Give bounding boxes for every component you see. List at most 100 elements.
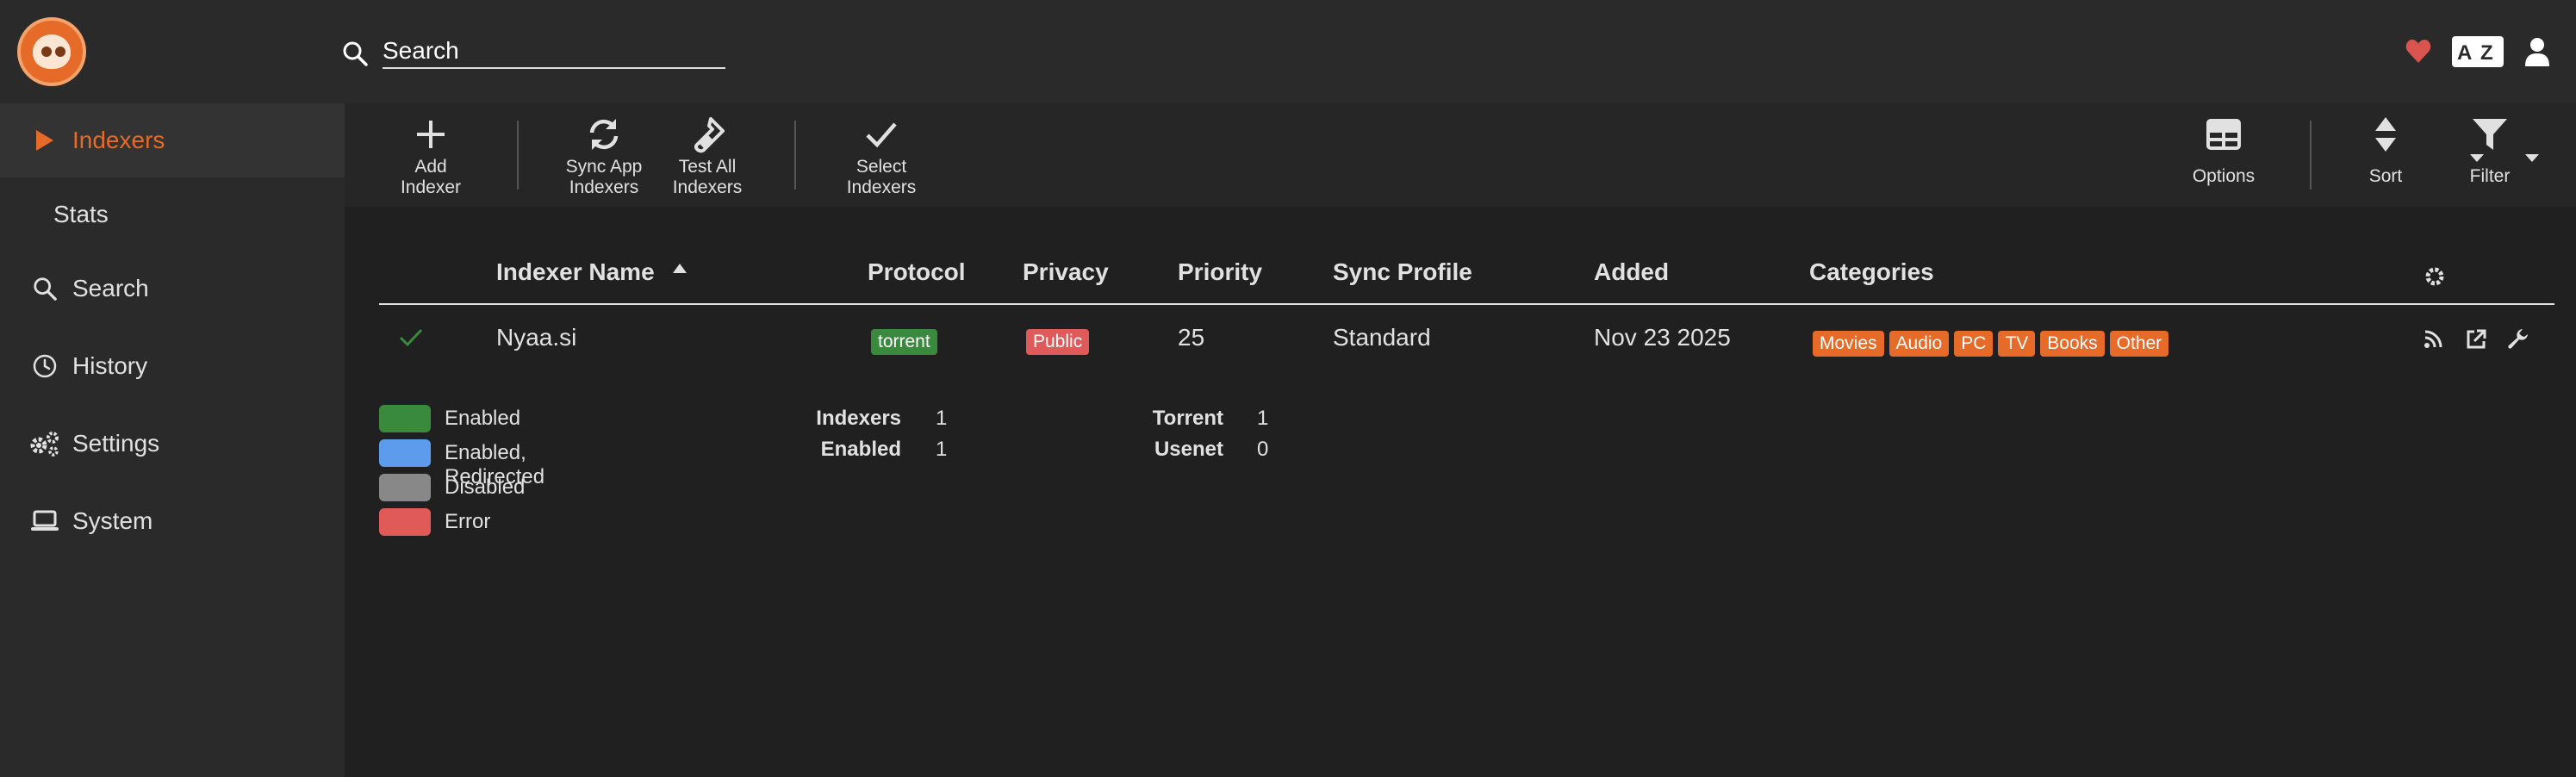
column-header-categories[interactable]: Categories [1809,258,1934,286]
rss-icon[interactable] [2423,329,2443,350]
select-indexers-button[interactable]: Select Indexers [830,115,933,202]
stat-row: Indexers [775,407,901,438]
sidebar-item-label: Settings [72,430,160,457]
protocol-stats-values: 1 0 [1257,407,1291,469]
svg-text:Z: Z [2480,41,2493,65]
category-badge: Audio [1888,331,1950,357]
column-header-protocol[interactable]: Protocol [868,258,966,286]
logo-eye-left [41,47,52,57]
external-link-icon[interactable] [2465,328,2487,351]
sync-app-indexers-button[interactable]: Sync App Indexers [552,115,656,202]
laptop-icon [29,506,60,537]
stat-value: 1 [1257,407,1269,430]
button-label: Filter [2469,166,2511,186]
gear-icon[interactable] [2424,265,2446,288]
sidebar: Indexers Stats Search History Settings S… [0,103,345,777]
protocol-badge: torrent [871,329,937,355]
toolbar-separator [2310,121,2312,190]
sidebar-item-indexers[interactable]: Indexers [0,103,345,177]
check-icon [866,122,897,148]
button-label-line2: Indexer [400,177,462,197]
search-icon [343,41,368,66]
toolbar-separator [794,121,796,190]
legend-swatch-enabled-redirected [379,439,431,467]
header-actions: A Z [2405,33,2550,71]
page-header: A Z [0,0,2576,103]
added-date: Nov 23 2025 [1594,324,1731,351]
sidebar-item-settings[interactable]: Settings [0,407,345,481]
stat-row: 1 [1257,407,1291,438]
sidebar-item-label: History [72,352,148,379]
search-icon [29,273,60,304]
sort-ascending-icon [673,264,688,273]
indexer-name[interactable]: Nyaa.si [496,324,576,351]
button-label-line1: Test All [678,157,737,177]
stat-label: Enabled [820,438,901,461]
add-indexer-button[interactable]: Add Indexer [379,115,482,202]
category-badge: TV [1998,331,2036,357]
button-label-line1: Add [414,157,447,177]
button-label-line1: Sync App [565,157,643,177]
column-header-privacy[interactable]: Privacy [1023,258,1109,286]
button-label-line2: Indexers [672,177,743,197]
privacy-cell: Public [1026,326,1090,355]
user-icon[interactable] [2524,37,2550,66]
heart-icon[interactable] [2405,40,2431,64]
sidebar-item-label: Stats [53,201,109,227]
sync-profile-value: Standard [1333,324,1431,351]
protocol-cell: torrent [871,326,937,355]
column-header-priority[interactable]: Priority [1178,258,1262,286]
legend-label: Error [445,510,491,533]
svg-text:A: A [2457,41,2472,65]
options-button[interactable]: Options [2172,115,2275,202]
sidebar-item-search[interactable]: Search [0,252,345,326]
legend-label: Disabled [445,476,526,499]
button-label: Sort [2368,166,2403,186]
toolbar-separator [517,121,519,190]
sort-button[interactable]: Sort [2334,115,2437,202]
flask-icon [694,117,725,153]
stat-label: Indexers [816,407,901,430]
column-header-added[interactable]: Added [1594,258,1669,286]
sidebar-item-label: Indexers [72,127,165,153]
test-all-indexers-button[interactable]: Test All Indexers [656,115,759,202]
button-label-line2: Indexers [846,177,917,197]
legend-swatch-disabled [379,474,431,501]
plus-icon [417,121,445,148]
button-label-line1: Select [856,157,907,177]
gears-icon [29,428,60,459]
stat-value: 1 [936,438,948,461]
legend-swatch-error [379,508,431,536]
sidebar-item-system[interactable]: System [0,484,345,558]
stat-row: 1 [936,438,970,469]
category-badge: Movies [1813,331,1884,357]
sidebar-item-stats[interactable]: Stats [0,177,345,252]
page-toolbar: Add Indexer Sync App Indexers Test All I… [345,103,2576,207]
check-icon [399,328,423,347]
priority-value: 25 [1178,324,1205,351]
stat-row: 1 [936,407,970,438]
protocol-stats: Torrent Usenet [1120,407,1223,469]
column-header-sync-profile[interactable]: Sync Profile [1333,258,1472,286]
stat-row: Usenet [1120,438,1223,469]
app-logo[interactable] [17,17,86,86]
sidebar-item-history[interactable]: History [0,329,345,403]
search-input[interactable] [383,34,725,69]
play-icon [29,125,60,156]
table-row[interactable]: Nyaa.si torrent Public 25 Standard Nov 2… [379,307,2554,372]
button-label: Options [2192,166,2256,186]
legend-label: Enabled [445,407,521,430]
stat-row: 0 [1257,438,1291,469]
wrench-icon[interactable] [2507,328,2529,351]
stat-row: Enabled [775,438,901,469]
sidebar-item-label: System [72,507,153,534]
legend-swatch-enabled [379,405,431,432]
clock-icon [29,351,60,382]
column-header-indexer-name[interactable]: Indexer Name [496,258,688,286]
button-label-line2: Indexers [569,177,639,197]
filter-dropdown-caret-icon[interactable] [2525,154,2539,162]
global-search [341,31,729,72]
stat-value: 1 [936,407,948,430]
translate-icon[interactable]: A Z [2452,36,2504,67]
category-badge: PC [1954,331,1994,357]
